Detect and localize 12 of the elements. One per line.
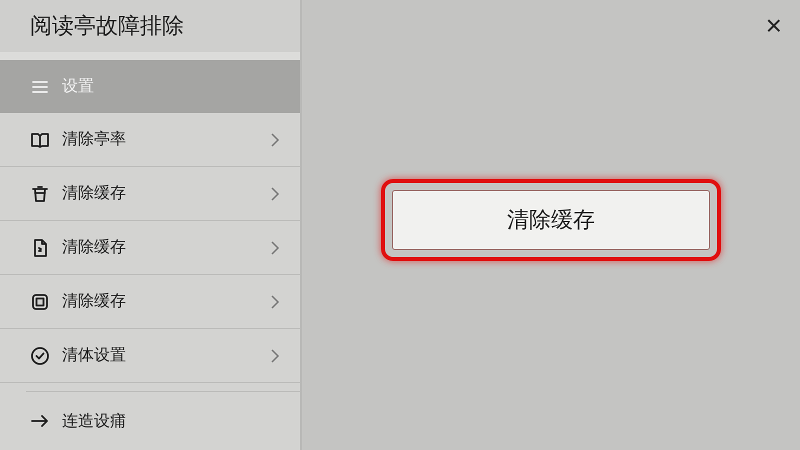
sidebar-item[interactable]: 清体设置 bbox=[0, 329, 300, 383]
footer-link[interactable]: 连造设痡 bbox=[26, 391, 300, 450]
sidebar-item[interactable]: 清除亭率 bbox=[0, 113, 300, 167]
sidebar-item[interactable]: 清除缓存 bbox=[0, 275, 300, 329]
square-icon bbox=[30, 292, 50, 312]
check-circle-icon bbox=[30, 346, 50, 366]
trash-icon bbox=[30, 184, 50, 204]
window-title: 阅读亭故障排除 bbox=[0, 0, 300, 60]
sidebar-item[interactable]: 清除缓存 bbox=[0, 167, 300, 221]
clear-cache-button[interactable]: 清除缓存 bbox=[392, 190, 710, 250]
close-button[interactable]: × bbox=[762, 12, 786, 40]
sidebar-item[interactable]: 清除缓存 bbox=[0, 221, 300, 275]
